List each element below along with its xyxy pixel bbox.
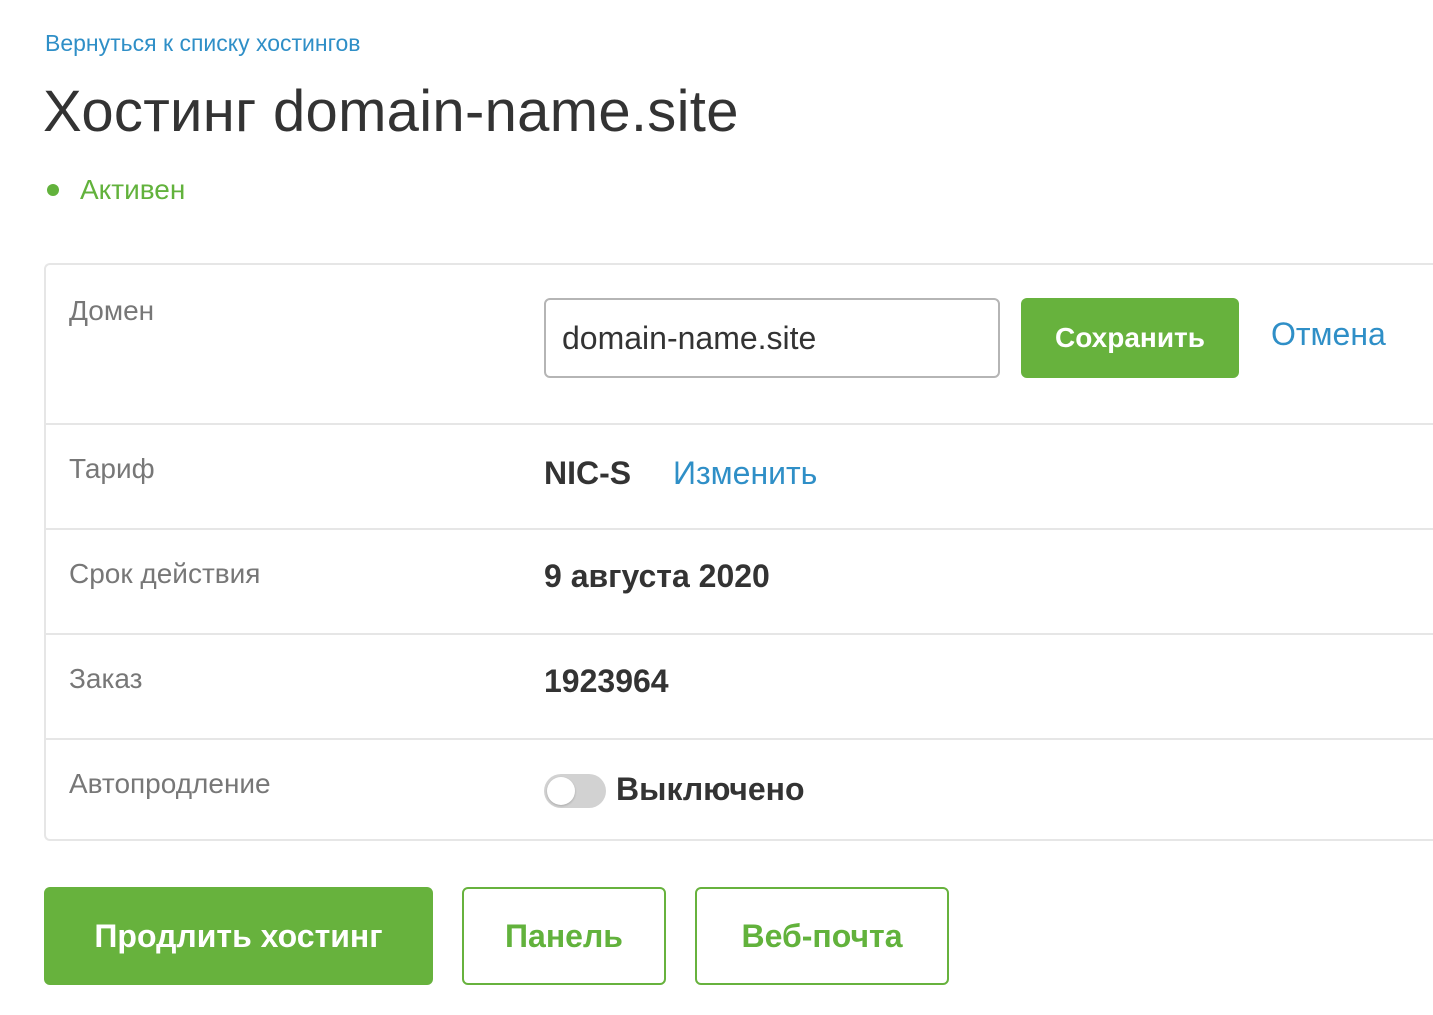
status-dot-icon bbox=[47, 184, 59, 196]
domain-label: Домен bbox=[69, 295, 155, 326]
autorenew-toggle[interactable] bbox=[544, 774, 606, 808]
webmail-button[interactable]: Веб-почта bbox=[695, 887, 949, 985]
tariff-value: NIC-S bbox=[544, 455, 632, 491]
panel-button[interactable]: Панель bbox=[462, 887, 666, 985]
hosting-page: Вернуться к списку хостингов Хостинг dom… bbox=[0, 0, 1433, 1015]
page-title: Хостинг domain-name.site bbox=[43, 79, 739, 144]
details-row-domain: Домен Сохранить Отмена bbox=[46, 265, 1433, 423]
autorenew-state: Выключено bbox=[616, 771, 805, 807]
status-text: Активен bbox=[80, 174, 186, 205]
order-label: Заказ bbox=[69, 663, 143, 694]
expiry-value: 9 августа 2020 bbox=[544, 558, 770, 594]
details-row-tariff: Тариф NIC-S Изменить bbox=[46, 423, 1433, 528]
order-value: 1923964 bbox=[544, 663, 669, 699]
autorenew-label: Автопродление bbox=[69, 768, 271, 799]
toggle-knob bbox=[547, 777, 575, 805]
back-to-hosting-list-link[interactable]: Вернуться к списку хостингов bbox=[45, 30, 360, 57]
change-tariff-link[interactable]: Изменить bbox=[673, 455, 817, 492]
cancel-domain-link[interactable]: Отмена bbox=[1271, 316, 1386, 353]
expiry-label: Срок действия bbox=[69, 558, 261, 589]
details-row-autorenew: Автопродление Выключено bbox=[46, 738, 1433, 841]
hosting-details-card: Домен Сохранить Отмена Тариф NIC-S Измен… bbox=[44, 263, 1433, 841]
renew-hosting-button[interactable]: Продлить хостинг bbox=[44, 887, 433, 985]
details-row-order: Заказ 1923964 bbox=[46, 633, 1433, 738]
domain-input[interactable] bbox=[544, 298, 1000, 378]
details-row-expiry: Срок действия 9 августа 2020 bbox=[46, 528, 1433, 633]
tariff-label: Тариф bbox=[69, 453, 155, 484]
save-domain-button[interactable]: Сохранить bbox=[1021, 298, 1239, 378]
status-badge: Активен bbox=[45, 174, 185, 206]
